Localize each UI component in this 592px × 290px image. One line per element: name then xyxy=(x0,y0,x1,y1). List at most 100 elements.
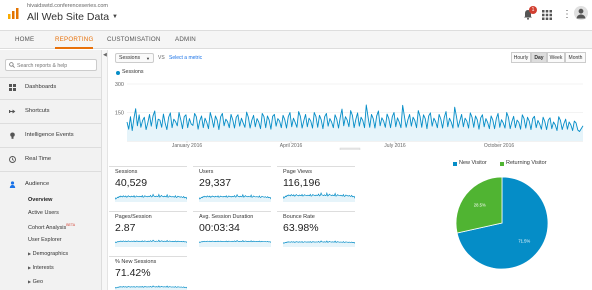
scorecard-bounce-rate[interactable]: Bounce Rate 63.98% xyxy=(277,211,355,249)
legend-returning-visitor[interactable]: Returning Visitor xyxy=(506,160,547,166)
view-dropdown-caret-icon[interactable]: ▼ xyxy=(112,14,118,20)
y-tick-label: 300 xyxy=(115,82,124,88)
notification-count-badge: 1 xyxy=(529,6,537,14)
clock-icon xyxy=(9,156,16,163)
sidebar-subitem-overview[interactable]: Overview xyxy=(28,197,52,203)
sidebar-item-dashboards[interactable]: Dashboards xyxy=(0,81,101,95)
y-tick-label: 150 xyxy=(115,111,124,117)
apps-grid-icon[interactable] xyxy=(542,10,552,20)
sidebar-divider xyxy=(0,171,101,172)
x-tick-label: July 2016 xyxy=(384,143,406,149)
sparkline xyxy=(199,240,271,247)
scorecard-label: Pages/Session xyxy=(115,214,152,220)
x-tick-label: October 2016 xyxy=(484,143,515,149)
sidebar-subitem-user-explorer[interactable]: User Explorer xyxy=(28,237,62,243)
legend-new-visitor[interactable]: New Visitor xyxy=(459,160,487,166)
sidebar-subitem-interests[interactable]: ▶ Interests xyxy=(28,265,54,271)
scorecard-avg-session-duration[interactable]: Avg. Session Duration 00:03:34 xyxy=(193,211,271,249)
sidebar-subitem-demographics[interactable]: ▶ Demographics xyxy=(28,251,68,257)
search-icon xyxy=(9,62,15,68)
range-day-button[interactable]: Day xyxy=(531,52,547,63)
sparkline xyxy=(115,239,187,247)
sidebar-divider xyxy=(0,147,101,148)
cohort-analysis-label: Cohort Analysis xyxy=(28,224,67,231)
sidebar-item-label: Shortcuts xyxy=(25,108,50,114)
vs-label: VS xyxy=(158,55,165,61)
person-icon xyxy=(9,181,16,188)
sidebar-item-intelligence-events[interactable]: Intelligence Events xyxy=(0,129,101,143)
sidebar-subitem-geo[interactable]: ▶ Geo xyxy=(28,279,43,285)
range-month-button[interactable]: Month xyxy=(565,52,586,63)
scorecard-value: 63.98% xyxy=(283,222,319,234)
grid-icon xyxy=(9,84,16,91)
legend-swatch-returning-visitor xyxy=(500,162,504,166)
chevron-down-icon: ▼ xyxy=(146,56,150,61)
expand-triangle-icon: ▶ xyxy=(28,279,32,284)
sidebar-divider xyxy=(0,99,101,100)
sidebar-subitem-cohort-analysis[interactable]: Cohort AnalysisBETA xyxy=(28,223,75,231)
search-input[interactable] xyxy=(17,61,95,70)
scorecard-value: 40,529 xyxy=(115,177,148,189)
sidebar-item-real-time[interactable]: Real Time xyxy=(0,153,101,167)
scorecard-label: Sessions xyxy=(115,169,138,175)
top-header: hivaidswtd.conferenceseries.com All Web … xyxy=(0,0,592,30)
view-selector[interactable]: All Web Site Data xyxy=(27,11,109,23)
sparkline xyxy=(283,240,355,247)
scorecard-value: 00:03:34 xyxy=(199,222,240,234)
interests-label: Interests xyxy=(32,265,54,271)
sidebar-subitem-active-users[interactable]: Active Users xyxy=(28,210,59,216)
account-url[interactable]: hivaidswtd.conferenceseries.com xyxy=(27,3,108,9)
chart-resize-handle[interactable] xyxy=(339,147,361,150)
legend-swatch-new-visitor xyxy=(453,162,457,166)
range-hourly-button[interactable]: Hourly xyxy=(511,52,531,63)
more-options-icon[interactable]: ⋮ xyxy=(562,9,572,21)
tab-home[interactable]: HOME xyxy=(15,31,34,49)
sidebar: Dashboards Shortcuts Intelligence Events… xyxy=(0,50,102,290)
report-main: Sessions ▼ VS Select a metric Hourly Day… xyxy=(109,50,592,290)
analytics-logo-icon[interactable] xyxy=(7,7,20,20)
sidebar-item-label: Dashboards xyxy=(25,84,57,90)
beta-badge: BETA xyxy=(66,223,76,227)
scorecard-value: 116,196 xyxy=(283,177,321,189)
expand-triangle-icon: ▶ xyxy=(28,251,32,256)
sidebar-item-label: Intelligence Events xyxy=(25,132,74,138)
sidebar-divider xyxy=(0,77,101,78)
select-metric-link[interactable]: Select a metric xyxy=(169,55,202,61)
tab-reporting[interactable]: REPORTING xyxy=(55,31,94,49)
sparkline xyxy=(199,193,271,202)
range-week-button[interactable]: Week xyxy=(547,52,565,63)
visitor-type-pie-chart: 71.5% 28.5% xyxy=(455,176,549,270)
scorecard-label: Bounce Rate xyxy=(283,214,315,220)
geo-label: Geo xyxy=(32,279,44,285)
scorecard-page-views[interactable]: Page Views 116,196 xyxy=(277,166,355,204)
tab-admin[interactable]: ADMIN xyxy=(175,31,196,49)
scorecard-value: 2.87 xyxy=(115,222,136,234)
lightbulb-icon xyxy=(10,132,15,139)
user-avatar-icon[interactable] xyxy=(574,6,588,20)
sidebar-item-shortcuts[interactable]: Shortcuts xyxy=(0,105,101,119)
sidebar-item-audience[interactable]: Audience xyxy=(0,178,101,192)
scorecard-label: Page Views xyxy=(283,169,312,175)
scorecard-users[interactable]: Users 29,337 xyxy=(193,166,271,204)
pie-label-returning-visitor: 28.5% xyxy=(474,203,486,208)
scorecard-label: Avg. Session Duration xyxy=(199,214,254,220)
scorecard-pages-per-session[interactable]: Pages/Session 2.87 xyxy=(109,211,187,249)
shortcut-arrow-icon xyxy=(9,109,16,114)
metric-select-value: Sessions xyxy=(119,55,141,61)
expand-triangle-icon: ▶ xyxy=(28,265,32,270)
sidebar-search-box[interactable] xyxy=(5,59,97,71)
scorecard-sessions[interactable]: Sessions 40,529 xyxy=(109,166,187,204)
pie-label-new-visitor: 71.5% xyxy=(518,238,530,243)
collapse-arrow-icon: ◀ xyxy=(103,52,107,58)
sidebar-item-label: Audience xyxy=(25,181,50,187)
tab-customisation[interactable]: CUSTOMISATION xyxy=(107,31,161,49)
sparkline xyxy=(115,193,187,202)
sidebar-collapse-handle[interactable]: ◀ xyxy=(102,50,108,290)
scorecard-value: 71.42% xyxy=(115,267,151,279)
sparkline xyxy=(283,192,355,202)
x-tick-label: April 2016 xyxy=(280,143,303,149)
metric-select[interactable]: Sessions ▼ xyxy=(115,53,154,63)
demographics-label: Demographics xyxy=(32,251,69,257)
scorecard-label: % New Sessions xyxy=(115,259,157,265)
scorecard-new-sessions[interactable]: % New Sessions 71.42% xyxy=(109,256,187,290)
